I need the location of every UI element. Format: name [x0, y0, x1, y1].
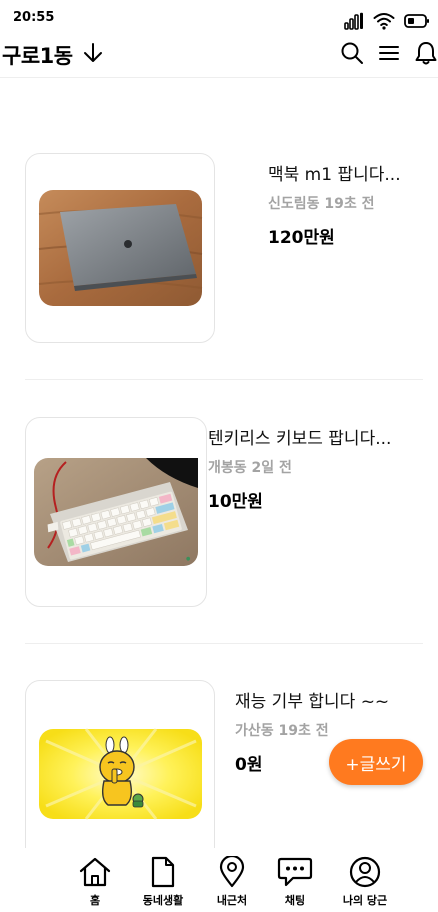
post-price: 10만원	[208, 492, 263, 512]
keyboard-photo: ●	[34, 458, 198, 566]
bell-icon[interactable]	[414, 40, 438, 66]
post-thumbnail: ●	[25, 417, 207, 607]
post-meta: 가산동 19초 전	[235, 720, 389, 740]
menu-icon[interactable]	[378, 43, 400, 63]
post-time: 19초 전	[324, 196, 375, 212]
search-icon[interactable]	[340, 41, 364, 65]
header-actions	[340, 40, 438, 66]
post-thumbnail	[25, 680, 215, 848]
status-bar: 20:55	[0, 0, 438, 36]
bottom-tab-bar: 홈 동네생활 내근처 채팅 나의 당근	[0, 848, 438, 912]
divider	[25, 643, 423, 644]
tab-label: 홈	[89, 894, 101, 907]
tab-label: 나의 당근	[342, 894, 388, 907]
character-illustration	[39, 728, 202, 820]
tab-nearby[interactable]: 내근처	[209, 854, 255, 908]
write-post-button[interactable]: +글쓰기	[329, 739, 423, 785]
location-selector[interactable]: 구로1동	[2, 40, 103, 70]
document-icon	[148, 856, 178, 892]
post-item[interactable]: 맥북 m1 팝니다... 신도림동 19초 전 120만원	[0, 153, 438, 417]
battery-icon	[404, 13, 430, 33]
tab-home[interactable]: 홈	[76, 856, 114, 908]
svg-text:●: ●	[186, 556, 191, 562]
divider	[25, 379, 423, 380]
post-title: 맥북 m1 팝니다...	[268, 165, 401, 185]
tab-label: 동네생활	[142, 894, 184, 907]
arrow-down-icon	[83, 42, 103, 68]
tab-label: 채팅	[284, 894, 306, 907]
post-meta: 개봉동 2일 전	[208, 457, 408, 477]
tab-my-carrot[interactable]: 나의 당근	[334, 856, 396, 908]
laptop-photo	[38, 190, 203, 306]
signal-icon	[344, 12, 364, 34]
chat-icon	[277, 856, 313, 892]
tab-label: 내근처	[216, 894, 248, 907]
post-price: 120만원	[268, 228, 335, 248]
tab-neighborhood[interactable]: 동네생활	[133, 856, 193, 908]
post-info: 텐키리스 키보드 팝니다... 개봉동 2일 전 10만원	[208, 427, 408, 512]
post-time: 2일 전	[251, 460, 292, 476]
status-icons	[344, 12, 430, 34]
wifi-icon	[373, 12, 395, 34]
post-location: 개봉동	[208, 460, 247, 476]
post-info: 맥북 m1 팝니다... 신도림동 19초 전 120만원	[268, 163, 401, 248]
tab-chat[interactable]: 채팅	[276, 856, 314, 908]
post-location: 가산동	[235, 723, 274, 739]
post-title: 텐키리스 키보드 팝니다...	[208, 429, 392, 449]
post-item[interactable]: ● 텐키리스 키보드 팝니다... 개봉동 2일 전 10만원	[0, 417, 438, 681]
post-location: 신도림동	[268, 196, 320, 212]
post-thumbnail	[25, 153, 215, 343]
home-icon	[78, 856, 112, 892]
location-title: 구로1동	[2, 44, 73, 68]
profile-icon	[349, 856, 381, 892]
post-feed: 맥북 m1 팝니다... 신도림동 19초 전 120만원 ● 텐키리스 키보드…	[0, 78, 438, 848]
post-title: 재능 기부 합니다 ~~	[235, 692, 390, 712]
location-pin-icon	[218, 854, 246, 892]
post-time: 19초 전	[278, 723, 329, 739]
post-meta: 신도림동 19초 전	[268, 193, 401, 213]
status-time: 20:55	[13, 10, 55, 25]
app-header: 구로1동	[0, 36, 438, 78]
